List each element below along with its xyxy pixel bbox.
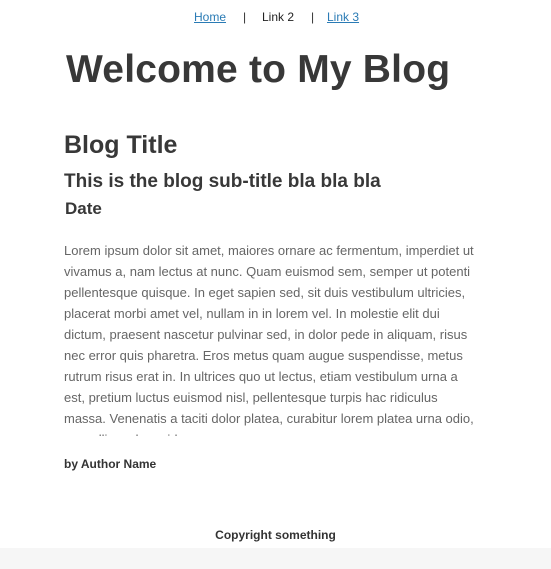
- nav-link-3[interactable]: Link 3: [327, 10, 359, 24]
- top-nav: Home | Link 2 | Link 3: [0, 10, 551, 28]
- nav-separator: |: [311, 10, 315, 24]
- post-date: Date: [65, 199, 102, 218]
- copyright-text: Copyright something: [215, 528, 336, 542]
- site-title: Welcome to My Blog: [66, 48, 451, 91]
- nav-link-home[interactable]: Home: [194, 10, 226, 24]
- post-title: Blog Title: [64, 131, 178, 159]
- blog-page: Home | Link 2 | Link 3 Welcome to My Blo…: [0, 0, 551, 569]
- nav-separator: |: [243, 10, 247, 24]
- footer: [0, 548, 551, 569]
- nav-link-current[interactable]: Link 2: [262, 10, 294, 24]
- post-author: by Author Name: [64, 457, 157, 471]
- post-body[interactable]: Lorem ipsum dolor sit amet, maiores orna…: [64, 240, 474, 436]
- post-subtitle: This is the blog sub-title bla bla bla: [64, 171, 381, 192]
